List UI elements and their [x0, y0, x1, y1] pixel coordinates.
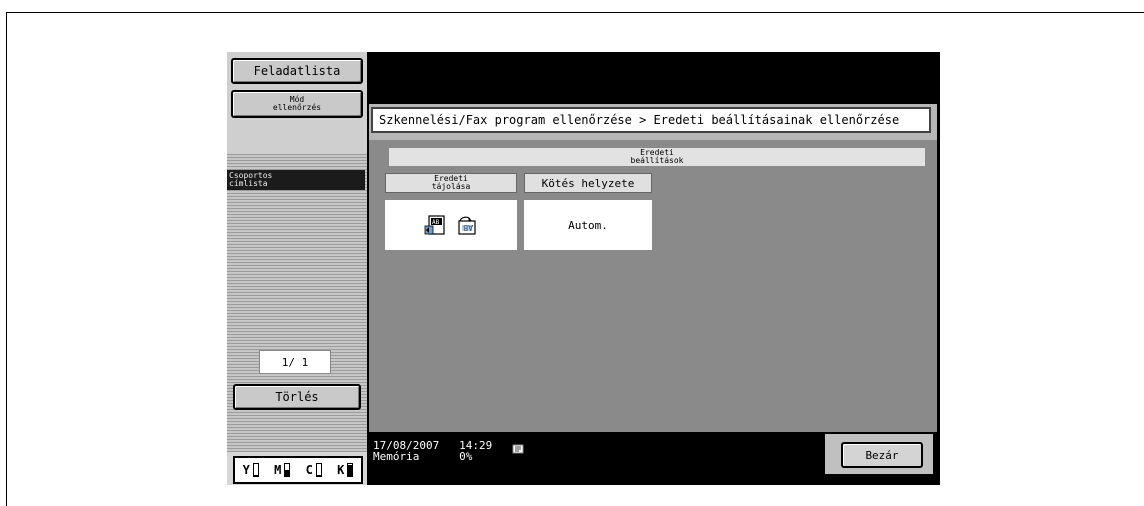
toner-levels: Y M C K	[233, 456, 363, 484]
close-button[interactable]: Bezár	[841, 442, 923, 468]
toner-y-bar	[252, 463, 259, 477]
toner-y-label: Y	[242, 463, 250, 477]
paper-jam-icon	[512, 444, 524, 454]
original-orientation-value: AB AB	[385, 200, 517, 250]
toner-k-label: K	[337, 463, 345, 477]
toner-c-fill	[316, 474, 321, 476]
memory-status: Memória 0%	[373, 450, 473, 463]
orientation-rotate-left-icon: AB	[424, 215, 445, 235]
toner-y-fill	[253, 474, 258, 476]
group-address-list-tab[interactable]: Csoportos címlista	[227, 170, 365, 190]
toner-m-label: M	[274, 463, 282, 477]
toner-c-label: C	[305, 463, 313, 477]
toner-m: M	[274, 463, 291, 477]
main-panel: Szkennelési/Fax program ellenőrzése > Er…	[369, 104, 937, 432]
svg-text:AB: AB	[432, 219, 440, 226]
toner-m-bar	[284, 463, 291, 477]
page-frame-left	[6, 12, 7, 506]
toner-c: C	[306, 463, 322, 477]
binding-position-value: Autom.	[524, 200, 652, 250]
page-counter: 1/ 1	[259, 350, 331, 374]
close-button-area: Bezár	[825, 434, 933, 474]
status-datetime-memory: 17/08/2007 14:29 Memória 0%	[373, 440, 492, 462]
toner-y: Y	[243, 463, 259, 477]
device-screen: Feladatlista Mód ellenőrzés Csoportos cí…	[227, 52, 940, 485]
toner-k: K	[337, 463, 354, 477]
job-list-button[interactable]: Feladatlista	[231, 58, 363, 84]
toner-c-bar	[315, 463, 322, 477]
column-binding-position: Kötés helyzete	[524, 173, 652, 193]
column-original-orientation: Eredeti tájolása	[385, 173, 517, 193]
toner-indicator-area: Y M C K	[227, 452, 367, 485]
page-frame-top	[6, 12, 1144, 13]
toner-k-bar	[347, 463, 354, 477]
orientation-rotate-right-icon: AB	[458, 216, 476, 235]
left-panel: Feladatlista Mód ellenőrzés Csoportos cí…	[227, 52, 367, 485]
settings-table: Eredeti beállítások Eredeti tájolása Köt…	[369, 140, 937, 432]
original-settings-header: Eredeti beállítások	[389, 148, 925, 166]
delete-button[interactable]: Törlés	[233, 384, 361, 410]
breadcrumb: Szkennelési/Fax program ellenőrzése > Er…	[371, 107, 931, 133]
mode-check-button[interactable]: Mód ellenőrzés	[231, 90, 363, 118]
toner-m-fill	[285, 470, 290, 476]
toner-k-fill	[348, 465, 353, 476]
